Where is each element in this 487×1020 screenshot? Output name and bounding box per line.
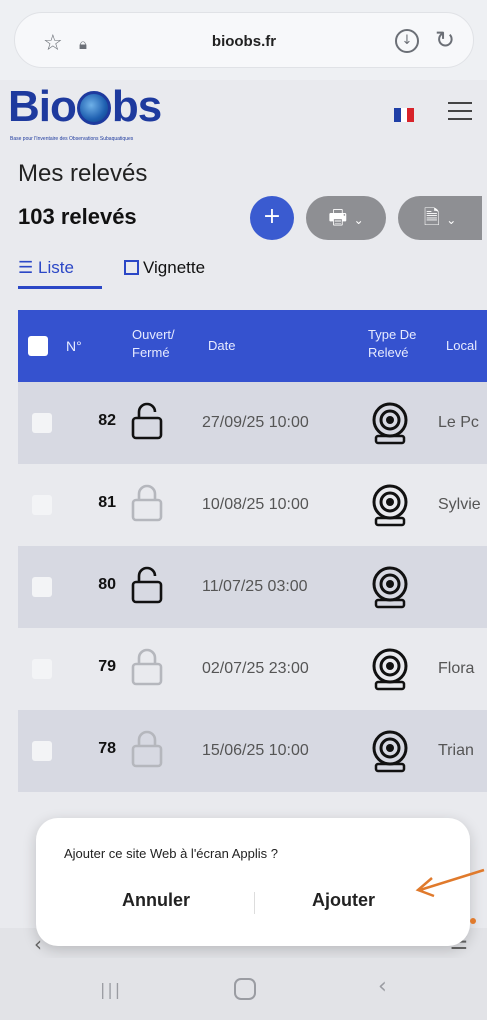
vignette-icon [124, 260, 139, 275]
row-checkbox[interactable] [32, 413, 52, 433]
orange-arrow-annotation [415, 868, 485, 898]
dialog-message: Ajouter ce site Web à l'écran Applis ? [64, 846, 278, 861]
header-local[interactable]: Local [446, 337, 477, 355]
add-record-button[interactable]: + [250, 196, 294, 240]
french-flag-icon[interactable] [394, 108, 415, 122]
dialog-divider [254, 892, 255, 914]
active-tab-indicator [18, 286, 102, 289]
row-date: 10/08/25 10:00 [202, 496, 309, 513]
bioobs-logo[interactable]: Bio bs [8, 82, 162, 132]
table-header: N° Ouvert/ Fermé Date Type De Relevé Loc… [18, 310, 487, 382]
row-date: 11/07/25 03:00 [202, 578, 308, 595]
back-nav-icon[interactable]: ‹ [378, 974, 387, 999]
row-number: 78 [98, 740, 116, 757]
header-num[interactable]: N° [66, 337, 82, 355]
site-header: Bio bs Base pour l'Inventaire des Observa… [0, 80, 487, 150]
diving-helmet-icon [372, 566, 408, 609]
lock-open-icon [131, 402, 163, 440]
lock-closed-icon [131, 730, 163, 768]
row-date: 27/09/25 10:00 [202, 414, 309, 431]
row-location: Le Pc [438, 414, 479, 431]
row-location: Flora [438, 660, 475, 677]
row-number: 81 [98, 494, 116, 511]
diving-helmet-icon [372, 402, 408, 445]
globe-logo-icon [76, 91, 111, 125]
chevron-down-icon: ⌄ [353, 213, 364, 227]
row-checkbox[interactable] [32, 495, 52, 515]
list-icon: ☰ [18, 258, 34, 277]
header-type[interactable]: Type De Relevé [368, 326, 430, 362]
diving-helmet-icon [372, 648, 408, 691]
table-row[interactable]: 80 11/07/25 03:00 [18, 546, 487, 628]
records-count: 103 relevés [18, 204, 137, 229]
header-date[interactable]: Date [208, 337, 235, 355]
table-row[interactable]: 82 27/09/25 10:00 Le Pc [18, 382, 487, 464]
row-checkbox[interactable] [32, 577, 52, 597]
diving-helmet-icon [372, 484, 408, 527]
row-date: 02/07/25 23:00 [202, 660, 309, 677]
add-to-homescreen-dialog: Ajouter ce site Web à l'écran Applis ? A… [36, 818, 470, 946]
page-title: Mes relevés [18, 160, 148, 187]
address-bar[interactable]: ☆ 🔒︎ bioobs.fr ↓ ↻ [14, 12, 474, 68]
export-button[interactable]: 🗎︎ ⌄ [398, 196, 482, 240]
recent-apps-icon[interactable]: ||| [100, 980, 122, 999]
table-row[interactable]: 78 15/06/25 10:00 Trian [18, 710, 487, 792]
table-row[interactable]: 81 10/08/25 10:00 Sylvie [18, 464, 487, 546]
android-navigation-bar: ||| ‹ [0, 958, 487, 1020]
header-open-closed[interactable]: Ouvert/ Fermé [132, 326, 196, 362]
logo-subtitle: Base pour l'Inventaire des Observations … [10, 136, 134, 142]
row-location: Sylvie [438, 496, 481, 513]
home-icon[interactable] [234, 978, 256, 1000]
file-download-icon: 🗎︎ [423, 205, 440, 229]
row-date: 15/06/25 10:00 [202, 742, 309, 759]
cancel-button[interactable]: Annuler [122, 890, 190, 911]
download-icon[interactable]: ↓ [395, 29, 419, 53]
diving-helmet-icon [372, 730, 408, 773]
lock-closed-icon [131, 484, 163, 522]
reload-icon[interactable]: ↻ [435, 26, 455, 54]
tab-liste[interactable]: ☰ Liste [18, 258, 74, 278]
printer-icon: 🖶︎ [328, 205, 348, 229]
table-row[interactable]: 79 02/07/25 23:00 Flora [18, 628, 487, 710]
select-all-checkbox[interactable] [28, 336, 48, 356]
notification-dot [470, 918, 476, 924]
chevron-down-icon: ⌄ [446, 213, 457, 227]
browser-toolbar: ☆ 🔒︎ bioobs.fr ↓ ↻ [0, 0, 487, 80]
print-button[interactable]: 🖶︎ ⌄ [306, 196, 386, 240]
lock-open-icon [131, 566, 163, 604]
row-location: Trian [438, 742, 474, 759]
row-checkbox[interactable] [32, 741, 52, 761]
row-number: 80 [98, 576, 116, 593]
tab-vignette[interactable]: Vignette [124, 258, 205, 278]
row-checkbox[interactable] [32, 659, 52, 679]
row-number: 79 [98, 658, 116, 675]
add-button[interactable]: Ajouter [312, 890, 375, 911]
lock-closed-icon [131, 648, 163, 686]
hamburger-menu-icon[interactable] [448, 102, 472, 126]
row-number: 82 [98, 412, 116, 429]
